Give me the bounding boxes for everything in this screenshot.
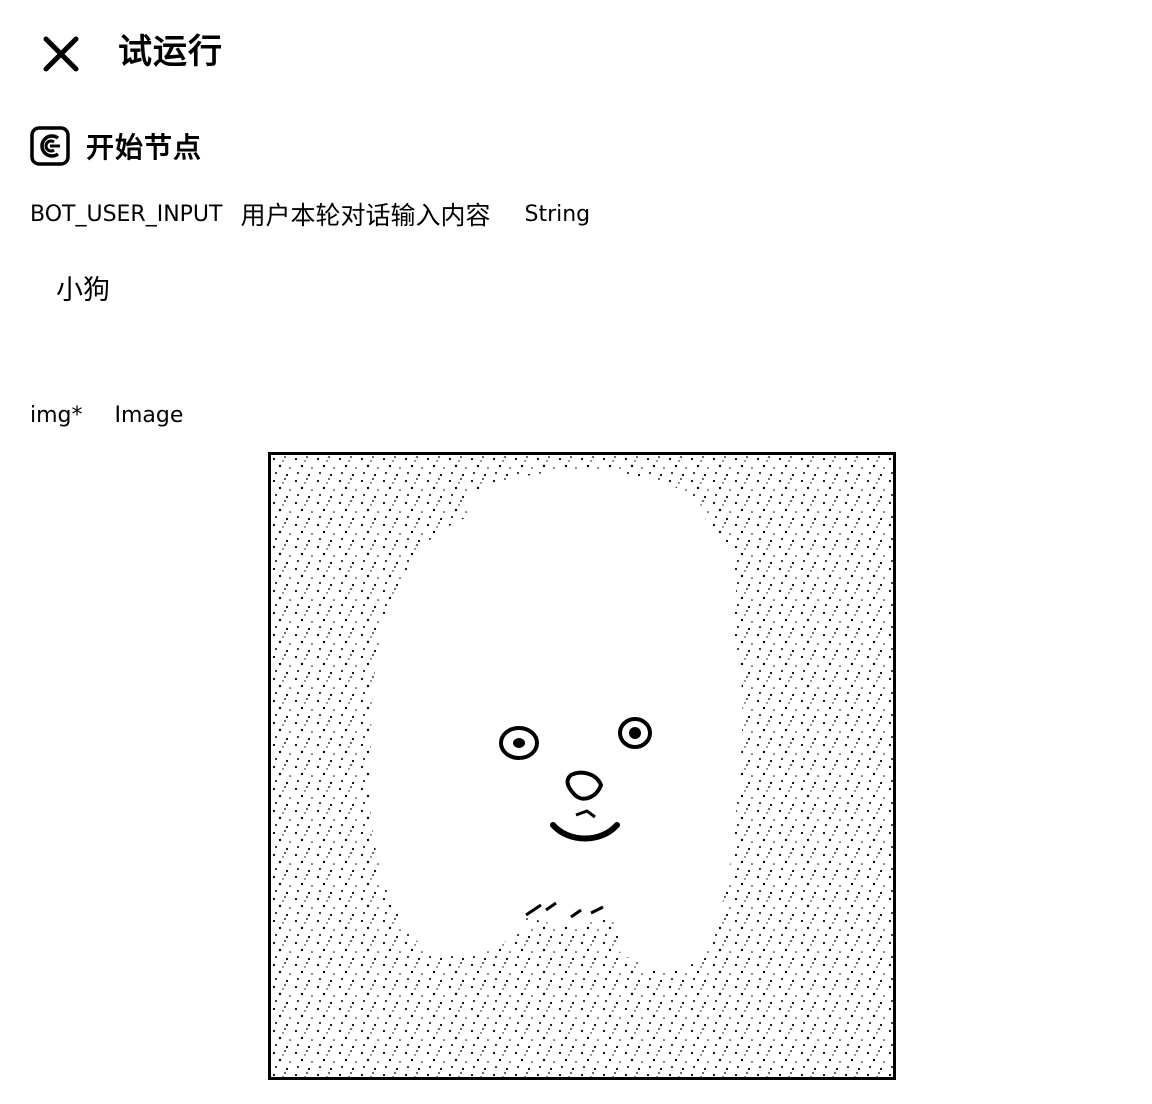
param-row-img: img* Image xyxy=(30,398,183,432)
bot-user-input-value: 小狗 xyxy=(56,274,110,306)
start-node-header: 开始节点 xyxy=(30,124,202,168)
param-row-bot-user-input: BOT_USER_INPUT 用户本轮对话输入内容 String xyxy=(30,196,590,232)
header: 试运行 xyxy=(0,0,1152,104)
node-title: 开始节点 xyxy=(86,131,203,164)
dog-image xyxy=(271,455,893,1077)
close-button[interactable] xyxy=(40,34,82,74)
param-type: String xyxy=(524,201,591,227)
start-node-icon xyxy=(30,126,70,166)
param-name: BOT_USER_INPUT xyxy=(30,201,223,227)
uploaded-image[interactable] xyxy=(268,452,896,1080)
page-title: 试运行 xyxy=(118,32,223,72)
close-icon xyxy=(43,36,79,72)
param-description: 用户本轮对话输入内容 xyxy=(240,201,491,230)
param-type: Image xyxy=(114,402,184,428)
param-name: img* xyxy=(30,402,83,428)
bot-user-input-field[interactable]: 小狗 xyxy=(30,258,1122,316)
